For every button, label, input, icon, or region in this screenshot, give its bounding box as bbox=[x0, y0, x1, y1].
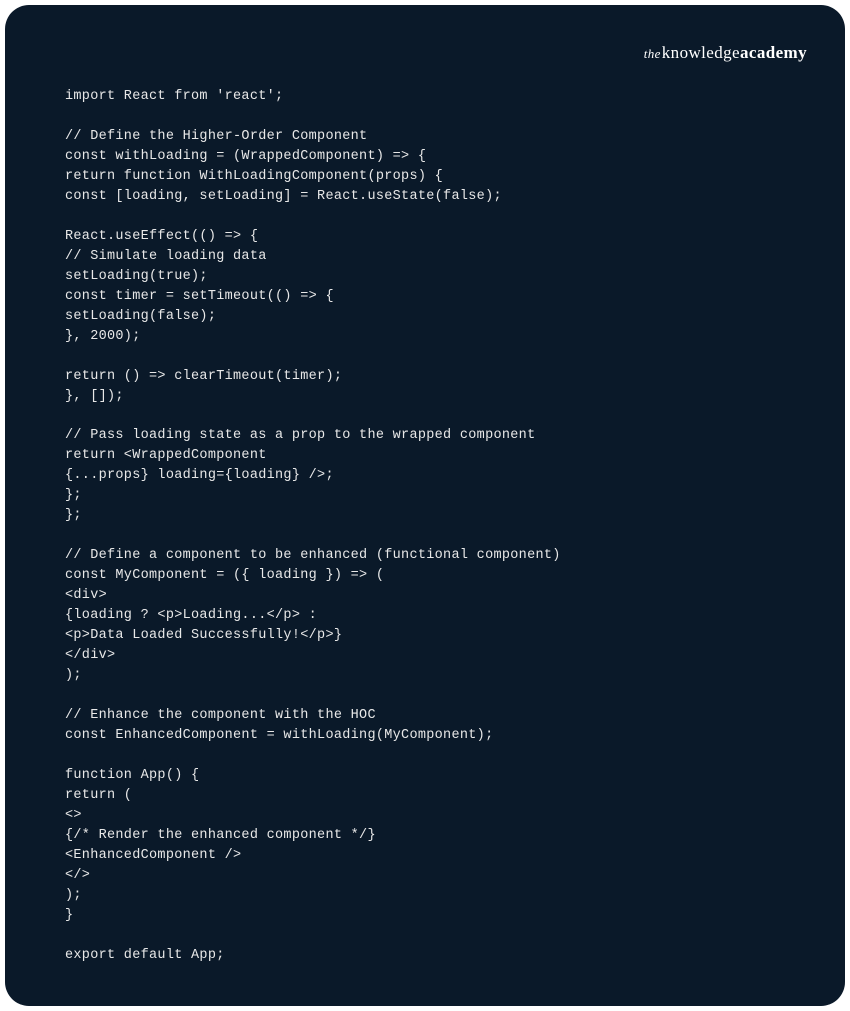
code-block: import React from 'react'; // Define the… bbox=[5, 35, 845, 966]
brand-logo: theknowledgeacademy bbox=[644, 43, 807, 63]
brand-academy: academy bbox=[740, 43, 807, 62]
code-snippet-container: theknowledgeacademy import React from 'r… bbox=[5, 5, 845, 1006]
brand-the: the bbox=[644, 46, 661, 61]
brand-knowledge: knowledge bbox=[662, 43, 740, 62]
